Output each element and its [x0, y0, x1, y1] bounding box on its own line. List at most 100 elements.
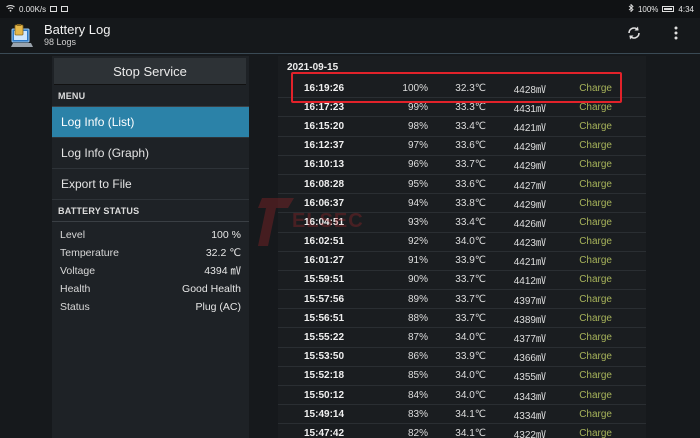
log-voltage: 4429㎷: [513, 199, 546, 211]
log-time: 15:56:51: [304, 312, 345, 324]
log-state: Charge: [579, 101, 612, 113]
log-time: 15:53:50: [304, 351, 345, 363]
log-temperature: 33.7℃: [455, 274, 486, 286]
log-voltage: 4429㎷: [513, 142, 546, 154]
log-time: 15:50:12: [304, 389, 345, 401]
log-row[interactable]: 15:57:56 89% 33.7℃ 4397㎷ Charge: [278, 290, 646, 310]
network-speed: 0.00K/s: [19, 4, 47, 14]
app-bar: Battery Log 98 Logs: [0, 18, 700, 54]
overflow-menu-button[interactable]: [666, 26, 686, 46]
more-vert-icon: [674, 26, 678, 45]
refresh-button[interactable]: [624, 26, 644, 46]
log-time: 16:06:37: [304, 197, 345, 209]
log-row[interactable]: 16:08:28 95% 33.6℃ 4427㎷ Charge: [278, 175, 646, 195]
log-state: Charge: [579, 351, 612, 363]
log-time: 16:01:27: [304, 255, 345, 267]
wifi-icon: [6, 4, 15, 14]
menu-item-log-graph[interactable]: Log Info (Graph): [52, 138, 249, 169]
mail-icon: [50, 6, 58, 12]
stop-service-button[interactable]: Stop Service: [54, 58, 246, 85]
log-time: 16:10:13: [304, 159, 345, 171]
log-state: Charge: [579, 427, 612, 438]
log-state: Charge: [579, 178, 612, 190]
status-label: Temperature: [60, 247, 119, 259]
app-bar-actions: [624, 26, 686, 46]
log-percent: 96%: [407, 159, 428, 171]
log-row[interactable]: 15:53:50 86% 33.9℃ 4366㎷ Charge: [278, 348, 646, 367]
menu-item-log-list[interactable]: Log Info (List): [52, 107, 249, 138]
log-state: Charge: [579, 312, 612, 324]
log-percent: 94%: [407, 197, 428, 209]
log-row[interactable]: 15:56:51 88% 33.7℃ 4389㎷ Charge: [278, 309, 646, 329]
log-row[interactable]: 16:15:20 98% 33.4℃ 4421㎷ Charge: [278, 117, 646, 137]
log-voltage: 4423㎷: [513, 238, 546, 250]
refresh-icon: [626, 25, 642, 46]
log-temperature: 33.9℃: [455, 351, 486, 363]
log-row[interactable]: 15:59:51 90% 33.7℃ 4412㎷ Charge: [278, 271, 646, 291]
menu-item-export[interactable]: Export to File: [52, 169, 249, 200]
log-voltage: 4428㎷: [513, 84, 546, 96]
notification-icon: [61, 6, 69, 12]
log-time: 16:04:51: [304, 216, 345, 228]
status-right: 100% 4:34: [628, 3, 694, 14]
log-list-panel[interactable]: 2021-09-15 16:19:26 100% 32.3℃ 4428㎷ Charge 1…: [278, 56, 646, 438]
log-state: Charge: [579, 332, 612, 344]
log-percent: 97%: [407, 140, 428, 152]
log-time: 16:17:23: [304, 101, 345, 113]
status-value: 4394 ㎷: [204, 265, 241, 277]
log-voltage: 4429㎷: [513, 161, 546, 173]
log-temperature: 33.9℃: [455, 255, 486, 267]
status-row-level: Level 100 %: [52, 226, 249, 244]
log-voltage: 4377㎷: [513, 334, 546, 346]
menu-header: MENU: [52, 85, 249, 107]
battery-status-header: BATTERY STATUS: [52, 200, 249, 222]
clock: 4:34: [678, 4, 694, 14]
log-temperature: 33.7℃: [455, 312, 486, 324]
log-temperature: 34.1℃: [455, 427, 486, 438]
log-state: Charge: [579, 216, 612, 228]
log-row[interactable]: 16:12:37 97% 33.6℃ 4429㎷ Charge: [278, 137, 646, 156]
log-state: Charge: [579, 408, 612, 420]
log-percent: 90%: [407, 274, 428, 286]
status-row-health: Health Good Health: [52, 280, 249, 298]
app-title-block: Battery Log 98 Logs: [44, 23, 111, 48]
log-temperature: 34.0℃: [455, 370, 486, 382]
log-row[interactable]: 15:52:18 85% 34.0℃ 4355㎷ Charge: [278, 367, 646, 386]
log-row[interactable]: 16:02:51 92% 34.0℃ 4423㎷ Charge: [278, 233, 646, 252]
log-voltage: 4343㎷: [513, 391, 546, 403]
log-row[interactable]: 15:50:12 84% 34.0℃ 4343㎷ Charge: [278, 386, 646, 406]
log-row[interactable]: 15:47:42 82% 34.1℃ 4322㎷ Charge: [278, 424, 646, 438]
status-value: 100 %: [211, 229, 241, 241]
log-row[interactable]: 16:04:51 93% 33.4℃ 4426㎷ Charge: [278, 213, 646, 233]
log-row[interactable]: 16:17:23 99% 33.3℃ 4431㎷ Charge: [278, 98, 646, 118]
status-label: Level: [60, 229, 86, 241]
status-row-voltage: Voltage 4394 ㎷: [52, 262, 249, 280]
log-percent: 86%: [407, 351, 428, 363]
log-row[interactable]: 16:01:27 91% 33.9℃ 4421㎷ Charge: [278, 252, 646, 271]
log-state: Charge: [579, 236, 612, 248]
log-percent: 93%: [407, 216, 428, 228]
log-state: Charge: [579, 255, 612, 267]
log-percent: 92%: [407, 236, 428, 248]
log-row[interactable]: 15:49:14 83% 34.1℃ 4334㎷ Charge: [278, 405, 646, 425]
log-temperature: 33.6℃: [455, 178, 486, 190]
log-temperature: 34.0℃: [455, 236, 486, 248]
log-row[interactable]: 16:19:26 100% 32.3℃ 4428㎷ Charge: [278, 79, 646, 99]
log-row[interactable]: 16:10:13 96% 33.7℃ 4429㎷ Charge: [278, 156, 646, 175]
log-voltage: 4421㎷: [513, 257, 546, 269]
log-percent: 88%: [407, 312, 428, 324]
log-time: 15:55:22: [304, 332, 345, 344]
log-temperature: 33.7℃: [455, 159, 486, 171]
log-percent: 99%: [407, 101, 428, 113]
log-voltage: 4431㎷: [513, 103, 546, 115]
log-percent: 89%: [407, 293, 428, 305]
log-row[interactable]: 16:06:37 94% 33.8℃ 4429㎷ Charge: [278, 194, 646, 214]
log-temperature: 32.3℃: [455, 82, 486, 94]
battery-status-table: Level 100 % Temperature 32.2 ℃ Voltage 4…: [52, 222, 249, 316]
log-state: Charge: [579, 120, 612, 132]
log-time: 16:12:37: [304, 140, 345, 152]
log-percent: 95%: [407, 178, 428, 190]
log-row[interactable]: 15:55:22 87% 34.0℃ 4377㎷ Charge: [278, 328, 646, 348]
battery-log-app-icon: [9, 23, 35, 49]
system-status-bar: 0.00K/s 100% 4:34: [0, 0, 700, 18]
